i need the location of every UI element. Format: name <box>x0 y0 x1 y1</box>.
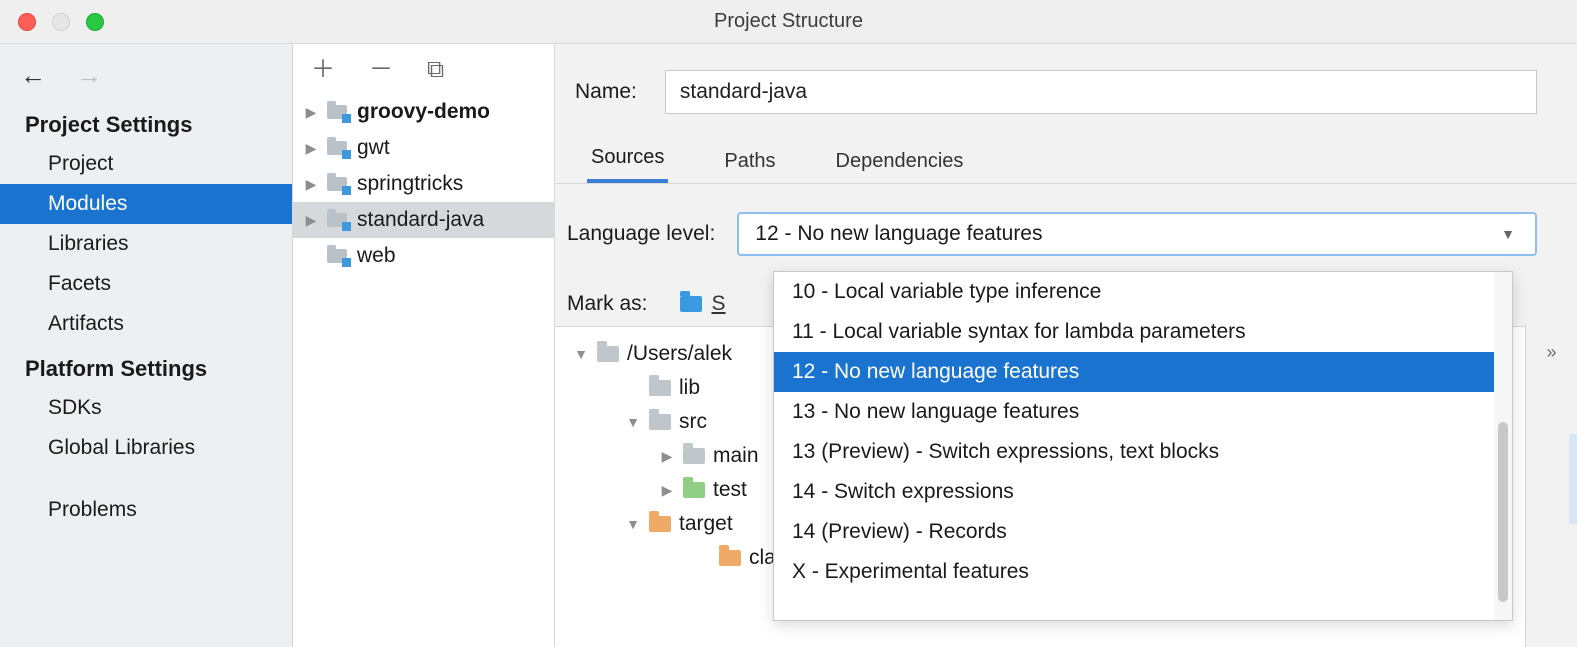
module-details: Name: Sources Paths Dependencies Languag… <box>555 44 1577 647</box>
scrollbar-thumb[interactable] <box>1498 422 1508 602</box>
window-title: Project Structure <box>0 10 1577 33</box>
collapse-icon[interactable]: ▼ <box>573 346 589 362</box>
expand-icon[interactable]: ▶ <box>303 212 319 229</box>
section-header-project-settings: Project Settings <box>0 100 292 144</box>
titlebar: Project Structure <box>0 0 1577 44</box>
language-level-label: Language level: <box>567 222 715 246</box>
module-tabs: Sources Paths Dependencies <box>555 120 1577 184</box>
remove-module-button[interactable]: － <box>369 58 393 82</box>
folder-icon <box>597 346 619 362</box>
add-module-button[interactable]: ＋ <box>311 58 335 82</box>
mark-as-label: Mark as: <box>567 292 648 316</box>
module-item-web[interactable]: web <box>293 238 554 274</box>
section-header-platform-settings: Platform Settings <box>0 344 292 388</box>
module-label: springtricks <box>357 172 463 196</box>
tree-label: /Users/alek <box>627 342 732 366</box>
expand-side-panel-button[interactable]: » <box>1546 342 1556 363</box>
sidebar-item-modules[interactable]: Modules <box>0 184 292 224</box>
dropdown-scrollbar[interactable] <box>1494 272 1512 620</box>
folder-icon <box>683 448 705 464</box>
module-icon <box>327 175 349 193</box>
modules-panel: ＋ － ⧉ ▶ groovy-demo ▶ gwt ▶ springtricks… <box>293 44 555 647</box>
collapse-icon[interactable]: ▼ <box>625 414 641 430</box>
module-icon <box>327 139 349 157</box>
side-panel-indicator <box>1569 434 1577 524</box>
expand-icon <box>303 248 319 264</box>
collapse-icon[interactable]: ▼ <box>625 516 641 532</box>
tree-label: target <box>679 512 733 536</box>
expand-icon[interactable]: ▶ <box>659 482 675 499</box>
language-level-select[interactable]: 12 - No new language features ▼ <box>737 212 1537 256</box>
dropdown-option[interactable]: 12 - No new language features <box>774 352 1494 392</box>
sidebar-item-facets[interactable]: Facets <box>0 264 292 304</box>
sidebar-item-global-libraries[interactable]: Global Libraries <box>0 428 292 468</box>
dropdown-option[interactable]: X - Experimental features <box>774 552 1494 592</box>
expand-icon[interactable]: ▶ <box>303 140 319 157</box>
dropdown-option[interactable]: 13 (Preview) - Switch expressions, text … <box>774 432 1494 472</box>
module-item-standard-java[interactable]: ▶ standard-java <box>293 202 554 238</box>
nav-forward-button: → <box>76 62 102 88</box>
chevron-down-icon: ▼ <box>1501 226 1515 242</box>
nav-back-button[interactable]: ← <box>20 62 46 88</box>
module-label: web <box>357 244 396 268</box>
module-item-springtricks[interactable]: ▶ springtricks <box>293 166 554 202</box>
folder-icon <box>649 380 671 396</box>
tab-sources[interactable]: Sources <box>587 146 668 183</box>
side-panel-collapsed: » <box>1525 324 1577 647</box>
folder-icon <box>649 414 671 430</box>
expand-icon[interactable]: ▶ <box>303 104 319 121</box>
dropdown-option[interactable]: 14 - Switch expressions <box>774 472 1494 512</box>
sidebar-item-libraries[interactable]: Libraries <box>0 224 292 264</box>
language-level-dropdown[interactable]: 10 - Local variable type inference 11 - … <box>773 271 1513 621</box>
dropdown-option[interactable]: 10 - Local variable type inference <box>774 272 1494 312</box>
dropdown-option[interactable]: 11 - Local variable syntax for lambda pa… <box>774 312 1494 352</box>
settings-sidebar: ← → Project Settings Project Modules Lib… <box>0 44 293 647</box>
sidebar-item-problems[interactable]: Problems <box>0 490 292 530</box>
module-icon <box>327 247 349 265</box>
tree-label: main <box>713 444 759 468</box>
module-label: gwt <box>357 136 390 160</box>
tab-paths[interactable]: Paths <box>720 150 779 183</box>
sidebar-item-artifacts[interactable]: Artifacts <box>0 304 292 344</box>
folder-icon <box>680 296 702 312</box>
tree-label: lib <box>679 376 700 400</box>
mark-as-sources-button[interactable]: S <box>680 292 726 316</box>
module-item-gwt[interactable]: ▶ gwt <box>293 130 554 166</box>
folder-icon <box>719 550 741 566</box>
folder-icon <box>683 482 705 498</box>
name-label: Name: <box>575 80 637 104</box>
tab-dependencies[interactable]: Dependencies <box>832 150 968 183</box>
sidebar-item-sdks[interactable]: SDKs <box>0 388 292 428</box>
module-label: standard-java <box>357 208 484 232</box>
module-item-groovy-demo[interactable]: ▶ groovy-demo <box>293 94 554 130</box>
language-level-value: 12 - No new language features <box>755 222 1042 246</box>
folder-icon <box>649 516 671 532</box>
tree-label: src <box>679 410 707 434</box>
mark-as-sources-text: S <box>712 292 726 316</box>
module-name-input[interactable] <box>665 70 1537 114</box>
dropdown-option[interactable]: 13 - No new language features <box>774 392 1494 432</box>
tree-label: test <box>713 478 747 502</box>
sidebar-item-project[interactable]: Project <box>0 144 292 184</box>
module-icon <box>327 211 349 229</box>
module-label: groovy-demo <box>357 100 490 124</box>
dropdown-option[interactable]: 14 (Preview) - Records <box>774 512 1494 552</box>
copy-module-button[interactable]: ⧉ <box>427 58 444 82</box>
expand-icon[interactable]: ▶ <box>303 176 319 193</box>
module-icon <box>327 103 349 121</box>
expand-icon[interactable]: ▶ <box>659 448 675 465</box>
